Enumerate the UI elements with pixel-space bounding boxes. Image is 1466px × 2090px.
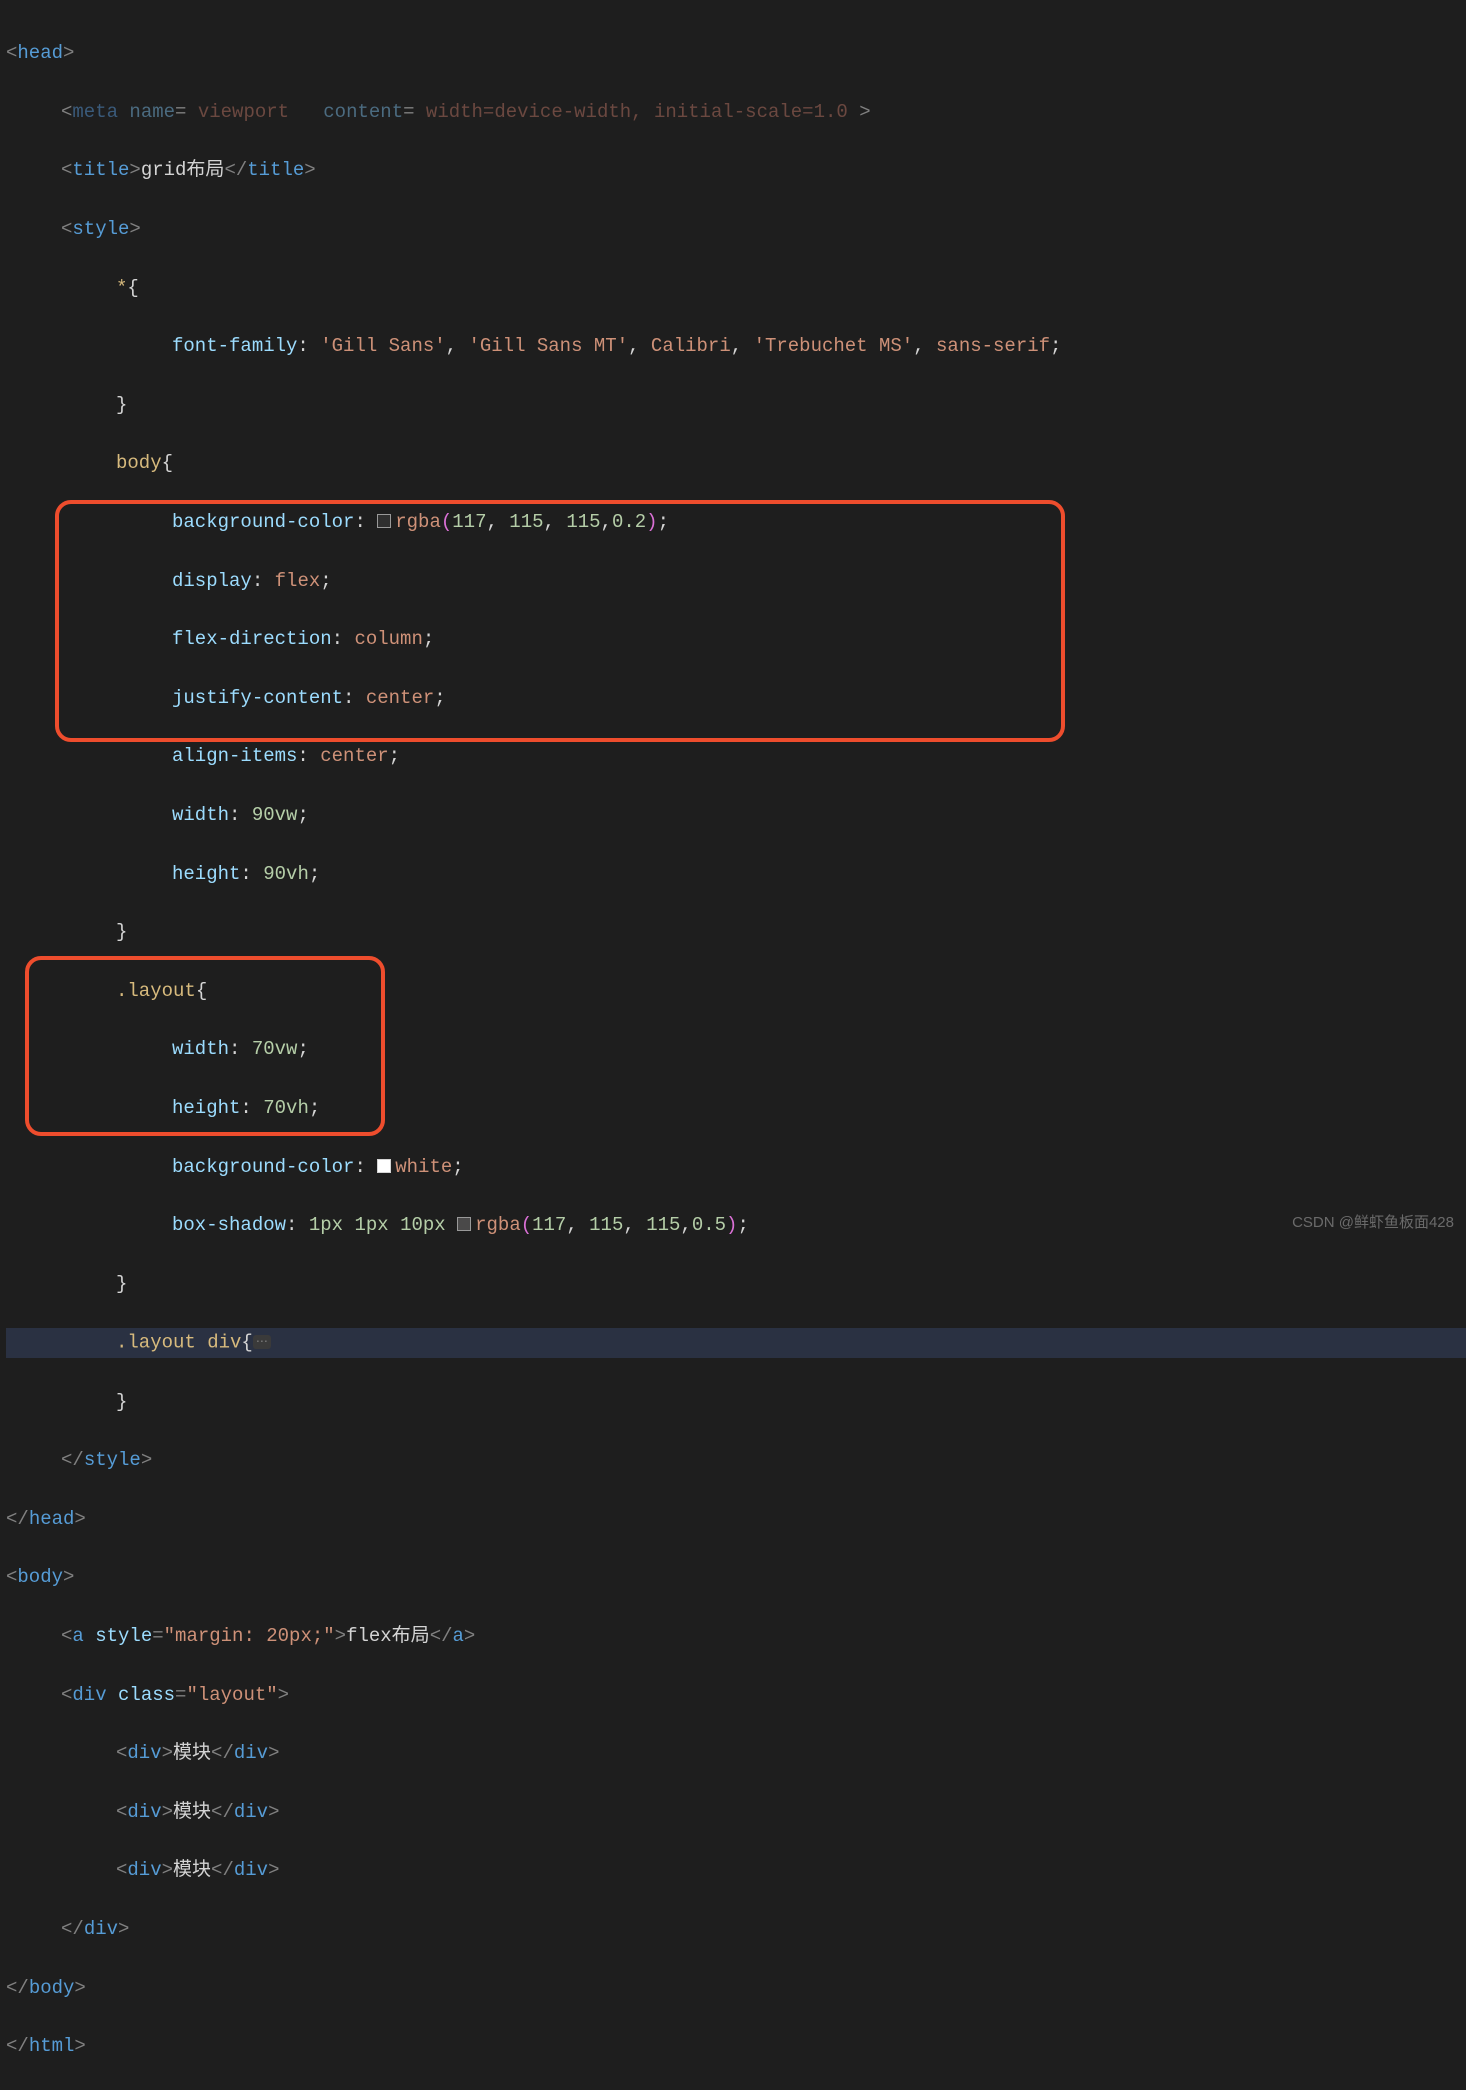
- code-line: body{: [6, 449, 1466, 478]
- code-line: </body>: [6, 1974, 1466, 2003]
- code-line: background-color: rgba(117, 115, 115,0.2…: [6, 508, 1466, 537]
- code-line: height: 90vh;: [6, 860, 1466, 889]
- code-line: </html>: [6, 2032, 1466, 2061]
- code-line: <div>模块</div>: [6, 1798, 1466, 1827]
- color-swatch-icon: [457, 1217, 471, 1231]
- code-line: justify-content: center;: [6, 684, 1466, 713]
- color-swatch-icon: [377, 514, 391, 528]
- code-editor-view[interactable]: <head> <meta name= viewport content= wid…: [0, 0, 1466, 2090]
- fold-ellipsis-icon[interactable]: ⋯: [253, 1335, 271, 1349]
- code-line-truncated: <meta name= viewport content= width=devi…: [6, 98, 1466, 127]
- code-line-active[interactable]: .layout div{⋯: [6, 1328, 1466, 1358]
- code-line: <a style="margin: 20px;">flex布局</a>: [6, 1622, 1466, 1651]
- code-line: display: flex;: [6, 567, 1466, 596]
- code-line: <div>模块</div>: [6, 1856, 1466, 1885]
- code-line: font-family: 'Gill Sans', 'Gill Sans MT'…: [6, 332, 1466, 361]
- color-swatch-icon: [377, 1159, 391, 1173]
- code-line: }: [6, 391, 1466, 420]
- code-line: flex-direction: column;: [6, 625, 1466, 654]
- code-line: box-shadow: 1px 1px 10px rgba(117, 115, …: [6, 1211, 1466, 1240]
- code-line: width: 90vw;: [6, 801, 1466, 830]
- code-line: background-color: white;: [6, 1153, 1466, 1182]
- code-line: *{: [6, 274, 1466, 303]
- code-line: .layout{: [6, 977, 1466, 1006]
- code-line: <head>: [6, 39, 1466, 68]
- code-line: }: [6, 918, 1466, 947]
- code-line: <title>grid布局</title>: [6, 156, 1466, 185]
- code-line: <style>: [6, 215, 1466, 244]
- code-line: }: [6, 1270, 1466, 1299]
- code-line: <body>: [6, 1563, 1466, 1592]
- code-line: </head>: [6, 1505, 1466, 1534]
- code-line: width: 70vw;: [6, 1035, 1466, 1064]
- code-line: align-items: center;: [6, 742, 1466, 771]
- code-line: height: 70vh;: [6, 1094, 1466, 1123]
- code-line: </style>: [6, 1446, 1466, 1475]
- code-line: <div>模块</div>: [6, 1739, 1466, 1768]
- watermark-text: CSDN @鲜虾鱼板面428: [1292, 1211, 1454, 1232]
- code-line: }: [6, 1388, 1466, 1417]
- code-line: </div>: [6, 1915, 1466, 1944]
- code-line: <div class="layout">: [6, 1681, 1466, 1710]
